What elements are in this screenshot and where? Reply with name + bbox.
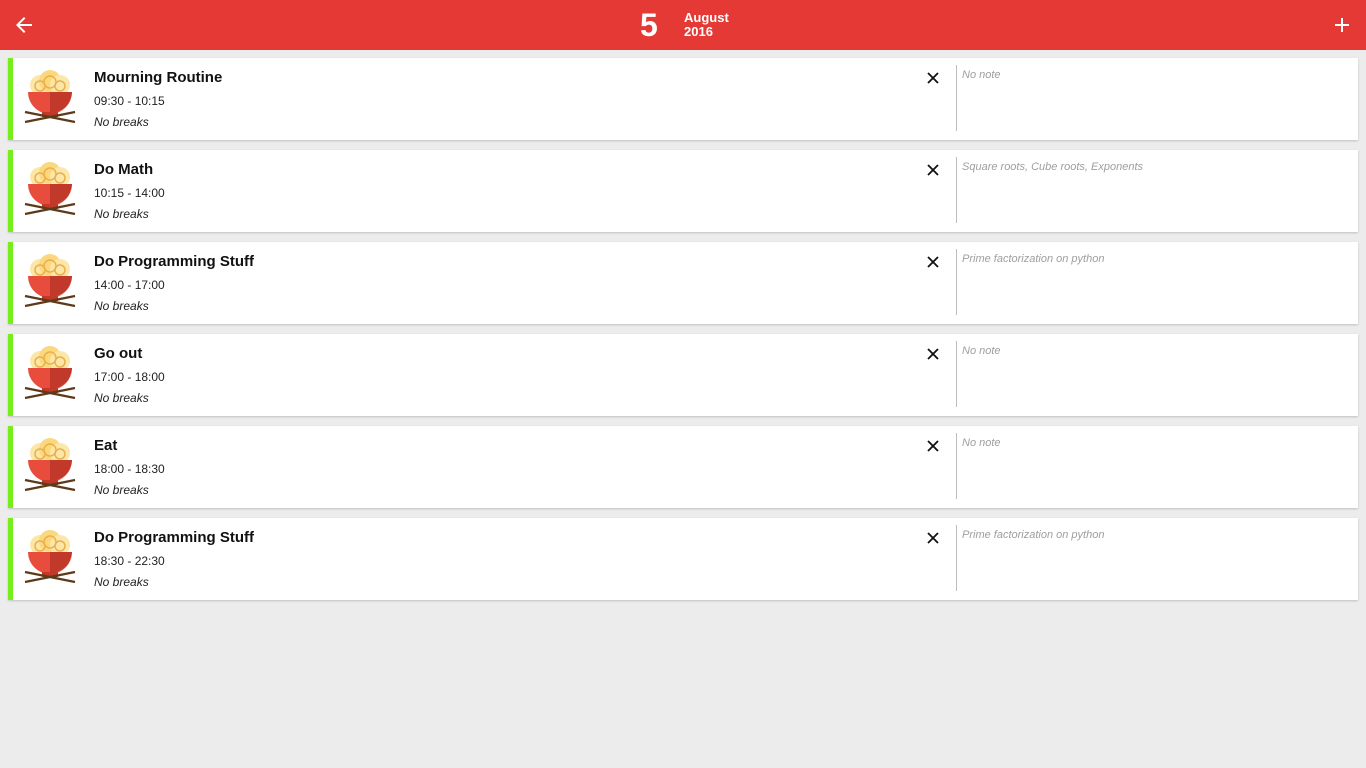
date-display: 5 August 2016 bbox=[640, 0, 729, 50]
task-note[interactable]: Prime factorization on python bbox=[962, 529, 1104, 541]
task-time: 18:30 - 22:30 bbox=[94, 554, 165, 568]
year-label: 2016 bbox=[684, 24, 713, 39]
task-time: 18:00 - 18:30 bbox=[94, 462, 165, 476]
card-divider bbox=[956, 65, 957, 131]
noodle-bowl-icon bbox=[24, 254, 76, 308]
card-divider bbox=[956, 157, 957, 223]
app-header: 5 August 2016 bbox=[0, 0, 1366, 50]
task-breaks: No breaks bbox=[94, 299, 149, 313]
close-icon[interactable] bbox=[926, 71, 940, 85]
task-note[interactable]: Prime factorization on python bbox=[962, 253, 1104, 265]
task-title: Eat bbox=[94, 437, 118, 454]
task-time: 17:00 - 18:00 bbox=[94, 370, 165, 384]
task-card[interactable]: Do Math 10:15 - 14:00 No breaks Square r… bbox=[8, 150, 1358, 232]
task-time: 10:15 - 14:00 bbox=[94, 186, 165, 200]
task-time: 09:30 - 10:15 bbox=[94, 94, 165, 108]
task-card[interactable]: Do Programming Stuff 18:30 - 22:30 No br… bbox=[8, 518, 1358, 600]
task-card[interactable]: Mourning Routine 09:30 - 10:15 No breaks… bbox=[8, 58, 1358, 140]
month-label: August bbox=[684, 10, 729, 25]
task-note[interactable]: No note bbox=[962, 345, 1001, 357]
task-note[interactable]: Square roots, Cube roots, Exponents bbox=[962, 161, 1143, 173]
noodle-bowl-icon bbox=[24, 162, 76, 216]
plus-icon[interactable] bbox=[1330, 13, 1354, 37]
card-divider bbox=[956, 341, 957, 407]
task-card[interactable]: Eat 18:00 - 18:30 No breaks No note bbox=[8, 426, 1358, 508]
close-icon[interactable] bbox=[926, 163, 940, 177]
close-icon[interactable] bbox=[926, 255, 940, 269]
task-card[interactable]: Do Programming Stuff 14:00 - 17:00 No br… bbox=[8, 242, 1358, 324]
card-divider bbox=[956, 249, 957, 315]
task-breaks: No breaks bbox=[94, 115, 149, 129]
task-title: Do Programming Stuff bbox=[94, 253, 254, 270]
noodle-bowl-icon bbox=[24, 346, 76, 400]
task-breaks: No breaks bbox=[94, 483, 149, 497]
task-list: Mourning Routine 09:30 - 10:15 No breaks… bbox=[8, 58, 1358, 610]
day-number: 5 bbox=[640, 7, 658, 43]
close-icon[interactable] bbox=[926, 439, 940, 453]
noodle-bowl-icon bbox=[24, 530, 76, 584]
task-breaks: No breaks bbox=[94, 391, 149, 405]
close-icon[interactable] bbox=[926, 347, 940, 361]
task-note[interactable]: No note bbox=[962, 437, 1001, 449]
card-divider bbox=[956, 433, 957, 499]
month-year: August 2016 bbox=[684, 11, 729, 39]
noodle-bowl-icon bbox=[24, 70, 76, 124]
task-time: 14:00 - 17:00 bbox=[94, 278, 165, 292]
task-breaks: No breaks bbox=[94, 575, 149, 589]
task-title: Mourning Routine bbox=[94, 69, 223, 86]
noodle-bowl-icon bbox=[24, 438, 76, 492]
task-note[interactable]: No note bbox=[962, 69, 1001, 81]
task-title: Go out bbox=[94, 345, 143, 362]
task-card[interactable]: Go out 17:00 - 18:00 No breaks No note bbox=[8, 334, 1358, 416]
close-icon[interactable] bbox=[926, 531, 940, 545]
task-breaks: No breaks bbox=[94, 207, 149, 221]
task-title: Do Programming Stuff bbox=[94, 529, 254, 546]
arrow-left-icon[interactable] bbox=[12, 13, 36, 37]
card-divider bbox=[956, 525, 957, 591]
task-title: Do Math bbox=[94, 161, 154, 178]
